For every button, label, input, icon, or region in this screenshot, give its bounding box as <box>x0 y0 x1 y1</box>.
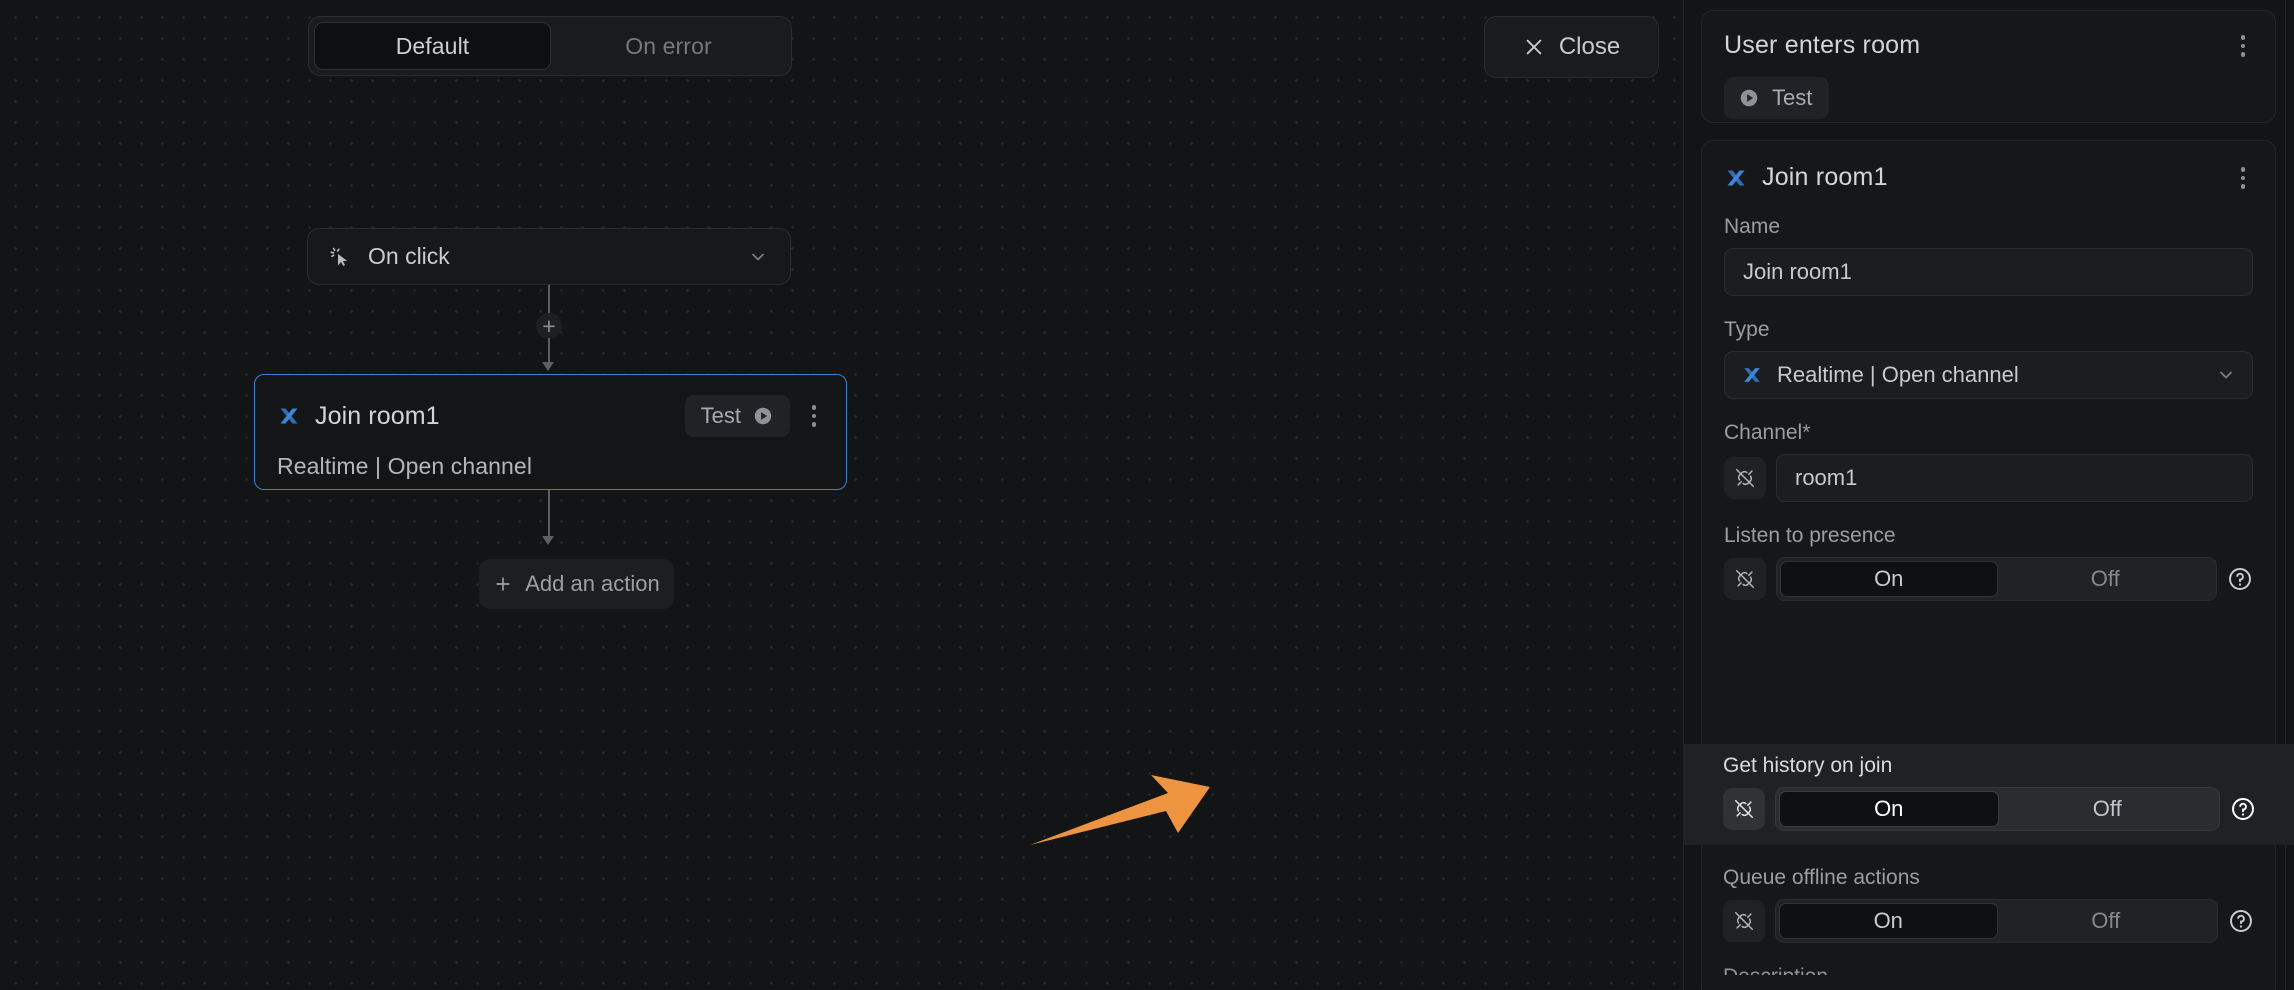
xano-x-icon <box>1744 367 1760 382</box>
help-circle-icon[interactable] <box>2230 796 2256 822</box>
close-button-label: Close <box>1558 33 1621 60</box>
cursor-click-icon <box>330 247 347 266</box>
play-circle-icon <box>754 407 772 425</box>
action-node-test-label: Test <box>700 403 741 428</box>
flow-canvas[interactable]: Default On error Close On click + Join r… <box>0 0 1683 990</box>
get-history-on-join-controls: On Off <box>1723 787 2256 831</box>
queue-offline-actions-toggle[interactable]: On Off <box>1775 899 2218 943</box>
help-circle-icon[interactable] <box>2227 566 2253 592</box>
kebab-menu-icon <box>2240 35 2246 40</box>
get-history-on-join-label: Get history on join <box>1723 754 1893 777</box>
listen-to-presence-off[interactable]: Off <box>1998 561 2214 597</box>
unplugged-icon <box>1735 468 1755 487</box>
kebab-menu-icon <box>2240 167 2246 172</box>
connector-arrowhead <box>542 536 554 545</box>
connector-line <box>548 285 550 315</box>
trigger-node-label: On click <box>368 243 450 269</box>
action-node-subtitle: Realtime | Open channel <box>277 453 533 479</box>
add-an-action-button[interactable]: Add an action <box>479 559 674 609</box>
queue-offline-actions-block: Queue offline actions On Off <box>1723 866 2254 975</box>
name-field-label: Name <box>1724 214 1781 238</box>
xano-x-icon <box>1727 170 1745 186</box>
add-an-action-label: Add an action <box>525 571 660 596</box>
get-history-on-join-off[interactable]: Off <box>1999 791 2217 827</box>
queue-offline-actions-on[interactable]: On <box>1779 903 1998 939</box>
channel-field-label: Channel* <box>1724 421 2253 445</box>
channel-bind-button[interactable] <box>1724 456 1766 499</box>
channel-required-mark: * <box>1802 420 1811 444</box>
branch-tabs: Default On error <box>308 16 792 76</box>
get-history-on-join-toggle[interactable]: On Off <box>1775 787 2220 831</box>
action-node-title: Join room1 <box>315 401 440 430</box>
type-select[interactable]: Realtime | Open channel <box>1724 350 2253 399</box>
connector-line <box>548 338 550 363</box>
tab-on-error[interactable]: On error <box>551 22 786 70</box>
queue-offline-actions-row: On Off <box>1723 899 2254 943</box>
get-history-on-join-bind-button[interactable] <box>1723 788 1765 830</box>
tab-default[interactable]: Default <box>314 22 551 70</box>
channel-input[interactable]: room1 <box>1776 453 2253 502</box>
trigger-node[interactable]: On click <box>307 228 791 285</box>
close-icon <box>1526 39 1542 55</box>
connector-line <box>548 490 550 537</box>
plus-icon <box>496 577 510 591</box>
listen-to-presence-row: On Off <box>1724 556 2253 601</box>
panel-trigger-test-label: Test <box>1772 84 1813 110</box>
channel-label-text: Channel <box>1724 420 1803 444</box>
listen-to-presence-bind-button[interactable] <box>1724 557 1766 600</box>
connector-arrowhead <box>542 362 554 371</box>
panel-trigger-title: User enters room <box>1724 31 1921 60</box>
panel-action-card: Join room1 Name Join room1 Type Realtime… <box>1701 140 2276 990</box>
action-node-menu-button[interactable] <box>804 401 824 431</box>
unplugged-icon <box>1734 799 1754 819</box>
listen-to-presence-on[interactable]: On <box>1780 560 1998 597</box>
action-node-test-button[interactable]: Test <box>684 395 790 437</box>
play-circle-icon <box>1740 89 1758 106</box>
unplugged-icon <box>1734 911 1754 931</box>
inspector-panel: User enters room Test Join room1 Name Jo… <box>1683 0 2294 990</box>
kebab-menu-icon <box>811 405 817 410</box>
panel-action-title: Join room1 <box>1762 163 1888 192</box>
listen-to-presence-label: Listen to presence <box>1724 523 1896 547</box>
panel-trigger-test-button[interactable]: Test <box>1724 76 1830 119</box>
get-history-on-join-row: Get history on join On Off <box>1684 744 2294 845</box>
type-select-value: Realtime | Open channel <box>1777 361 2019 387</box>
annotation-arrow <box>1030 775 1210 845</box>
panel-action-menu-button[interactable] <box>2233 163 2253 193</box>
chevron-down-icon[interactable] <box>748 247 768 267</box>
get-history-on-join-on[interactable]: On <box>1779 791 1999 827</box>
help-circle-icon[interactable] <box>2228 908 2254 934</box>
action-node-join-room1[interactable]: Join room1 Test Realtime | Open channel <box>254 374 847 490</box>
close-button[interactable]: Close <box>1484 16 1659 78</box>
chevron-down-icon <box>2220 371 2232 378</box>
queue-offline-actions-label: Queue offline actions <box>1723 866 1920 889</box>
listen-to-presence-toggle[interactable]: On Off <box>1776 556 2217 601</box>
unplugged-icon <box>1735 569 1755 588</box>
panel-trigger-menu-button[interactable] <box>2233 31 2253 61</box>
description-field-label: Description <box>1723 965 2254 975</box>
channel-field-row: room1 <box>1724 453 2253 502</box>
name-input[interactable]: Join room1 <box>1724 247 2253 296</box>
xano-x-icon <box>280 408 298 424</box>
insert-step-button[interactable]: + <box>536 313 562 339</box>
insert-step-plus: + <box>542 312 556 339</box>
queue-offline-actions-off[interactable]: Off <box>1998 903 2215 939</box>
panel-trigger-card: User enters room Test <box>1701 10 2276 123</box>
type-field-label: Type <box>1724 317 1770 341</box>
queue-offline-actions-bind-button[interactable] <box>1723 900 1765 942</box>
